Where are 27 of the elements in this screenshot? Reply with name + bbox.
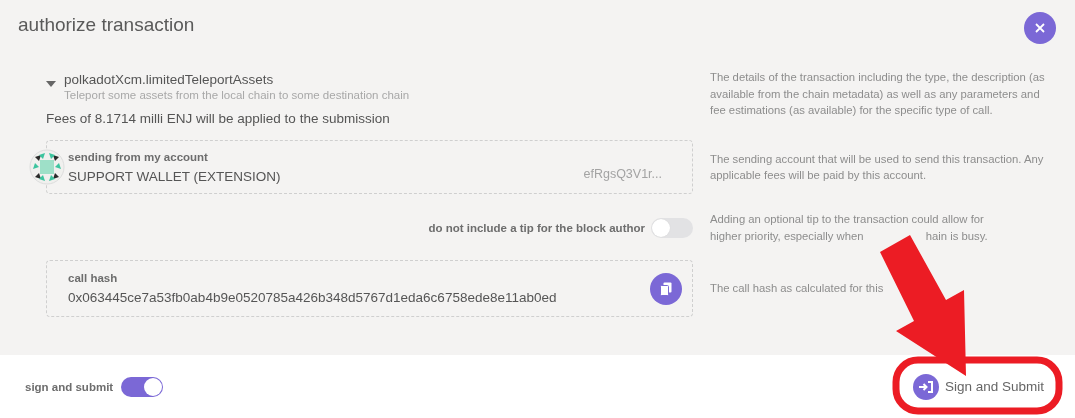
toggle-label: sign and submit (25, 380, 114, 393)
close-button[interactable] (1024, 12, 1056, 44)
help-text: The call hash as calculated for this (710, 282, 884, 295)
window-title: authorize transaction (18, 14, 195, 36)
call-description: Teleport some assets from the local chain to some destination chain (64, 89, 410, 101)
help-text: The sending account that will be used to send this transaction. Any applicable fees will be paid by this account. (709, 151, 1045, 183)
copy-button[interactable] (650, 272, 682, 305)
help-text: The details of the transaction including the type, the description (as available from the chain metadata) as well as any parameters and fee estimations (as available) for the specific type of call. (709, 70, 1046, 118)
collapse-caret-icon[interactable] (46, 80, 56, 88)
field-label: call hash (68, 272, 119, 284)
copy-icon (660, 281, 672, 296)
call-hash-value: 0x063445ce7a53fb0ab4b9e0520785a426b348d5767d1eda6c6758ede8e11ab0ed (68, 290, 558, 305)
sign-toggle[interactable] (121, 376, 164, 397)
sign-in-icon (912, 373, 939, 400)
help-text: hain is busy. (925, 228, 988, 244)
field-label: sending from my account (68, 150, 209, 163)
account-address: efRgsQ3V1r... (583, 167, 662, 181)
toggle-label: do not include a tip for the block author (428, 221, 645, 234)
sign-submit-button[interactable]: Sign and Submit (912, 373, 1044, 400)
help-text: Adding an optional tip to the transaction could allow for (710, 212, 984, 227)
tip-toggle[interactable] (651, 217, 693, 238)
close-icon (1035, 23, 1045, 33)
fees-text: Fees of 8.1714 milli ENJ will be applied to the submission (46, 111, 391, 126)
help-text: higher priority, especially when (710, 228, 864, 244)
account-identicon (29, 149, 65, 185)
call-method: polkadotXcm.limitedTeleportAssets (64, 72, 275, 87)
account-name: SUPPORT WALLET (EXTENSION) (68, 168, 282, 184)
